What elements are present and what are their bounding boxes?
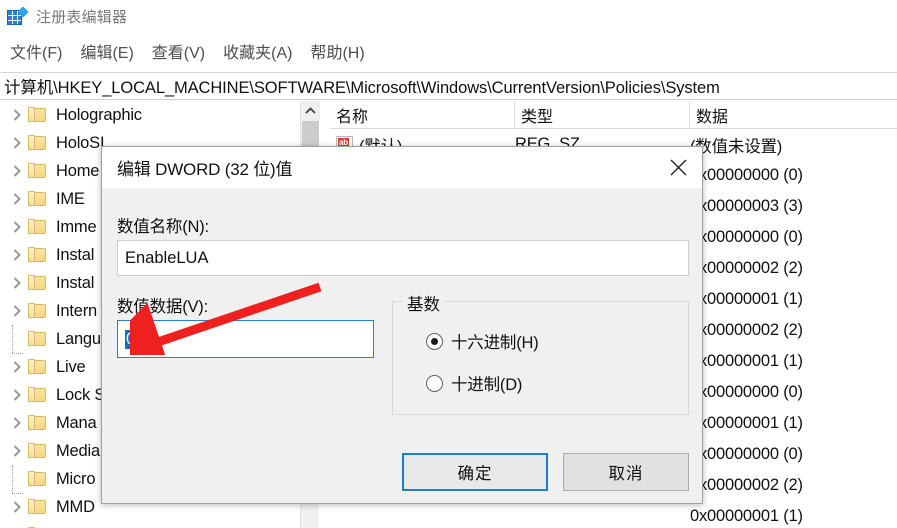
cell-data: 0x00000001 (1) xyxy=(690,414,803,432)
tree-item-label: Langu xyxy=(56,329,101,348)
folder-icon xyxy=(28,275,47,291)
folder-icon xyxy=(28,331,47,347)
folder-icon xyxy=(28,303,47,319)
dialog-title-bar: 编辑 DWORD (32 位)值 xyxy=(102,147,702,188)
folder-icon xyxy=(28,191,47,207)
window-title: 注册表编辑器 xyxy=(36,8,128,26)
close-icon[interactable] xyxy=(655,147,702,188)
folder-icon xyxy=(28,499,47,515)
cell-data: 0x00000001 (1) xyxy=(690,352,803,370)
value-data-input[interactable]: 0 xyxy=(117,320,374,358)
cell-data: 0x00000002 (2) xyxy=(690,259,803,277)
chevron-right-icon[interactable] xyxy=(6,501,28,513)
menu-item-favorites[interactable]: 收藏夹(A) xyxy=(223,39,292,63)
tree-item-label: IME xyxy=(56,189,85,208)
dialog-body: 数值名称(N): EnableLUA 数值数据(V): 0 基数 十六进制(H)… xyxy=(102,188,702,503)
cell-data: 0x00000000 (0) xyxy=(690,445,803,463)
tree-item-label: HoloSI xyxy=(56,133,105,152)
value-data-text: 0 xyxy=(125,329,137,349)
base-groupbox: 基数 十六进制(H) 十进制(D) xyxy=(392,291,689,415)
cell-data: (数值未设置) xyxy=(690,137,783,156)
radio-hexadecimal-indicator xyxy=(426,332,443,350)
registry-editor-icon xyxy=(7,5,29,26)
tree-item-label: Micro xyxy=(56,469,96,488)
chevron-right-icon[interactable] xyxy=(6,277,28,289)
base-group-label: 基数 xyxy=(403,291,444,315)
tree-item-label: Home xyxy=(56,161,100,180)
cell-data: 0x00000000 (0) xyxy=(690,166,803,184)
cell-data: 0x00000000 (0) xyxy=(690,228,803,246)
chevron-right-icon[interactable] xyxy=(6,137,28,149)
registry-path: 计算机\HKEY_LOCAL_MACHINE\SOFTWARE\Microsof… xyxy=(4,79,720,97)
tree-item[interactable]: NcdAutoSetup xyxy=(0,521,302,528)
list-header: 名称 类型 数据 xyxy=(330,101,897,129)
menu-item-edit[interactable]: 编辑(E) xyxy=(80,39,133,63)
cancel-button[interactable]: 取消 xyxy=(563,453,689,491)
scroll-up-arrow[interactable] xyxy=(301,101,320,120)
menu-bar: 文件(F) 编辑(E) 查看(V) 收藏夹(A) 帮助(H) xyxy=(0,33,897,69)
folder-icon xyxy=(28,107,47,123)
dialog-title: 编辑 DWORD (32 位)值 xyxy=(117,160,293,179)
radio-decimal-label: 十进制(D) xyxy=(451,376,523,394)
column-header-type[interactable]: 类型 xyxy=(515,101,690,129)
radio-decimal[interactable]: 十进制(D) xyxy=(426,371,522,395)
radio-decimal-indicator xyxy=(426,374,443,392)
folder-icon xyxy=(28,387,47,403)
radio-hexadecimal-label: 十六进制(H) xyxy=(451,334,539,352)
chevron-right-icon[interactable] xyxy=(6,305,28,317)
cell-data: 0x00000001 (1) xyxy=(690,290,803,308)
menu-item-help[interactable]: 帮助(H) xyxy=(310,39,364,63)
cell-data: 0x00000000 (0) xyxy=(690,383,803,401)
address-bar[interactable]: 计算机\HKEY_LOCAL_MACHINE\SOFTWARE\Microsof… xyxy=(0,72,897,100)
tree-item-label: Holographic xyxy=(56,105,142,124)
cell-data: 0x00000002 (2) xyxy=(690,476,803,494)
title-bar: 注册表编辑器 xyxy=(0,0,897,32)
tree-item-label: Media xyxy=(56,441,100,460)
tree-item[interactable]: Holographic xyxy=(0,101,302,129)
chevron-right-icon[interactable] xyxy=(6,389,28,401)
chevron-right-icon[interactable] xyxy=(6,445,28,457)
folder-icon xyxy=(28,219,47,235)
tree-item-label: Intern xyxy=(56,301,97,320)
tree-item-label: Instal xyxy=(56,273,95,292)
folder-icon xyxy=(28,415,47,431)
ok-button[interactable]: 确定 xyxy=(402,453,548,491)
value-name-text: EnableLUA xyxy=(125,248,209,267)
value-name-input[interactable]: EnableLUA xyxy=(117,240,689,276)
folder-icon xyxy=(28,247,47,263)
folder-icon xyxy=(28,163,47,179)
folder-icon xyxy=(28,135,47,151)
cell-data: 0x00000002 (2) xyxy=(690,321,803,339)
tree-item-label: Imme xyxy=(56,217,97,236)
menu-item-view[interactable]: 查看(V) xyxy=(152,39,205,63)
column-header-data[interactable]: 数据 xyxy=(690,101,897,129)
menu-item-file[interactable]: 文件(F) xyxy=(10,39,62,63)
tree-item-label: Live xyxy=(56,357,86,376)
chevron-right-icon[interactable] xyxy=(6,417,28,429)
chevron-right-icon[interactable] xyxy=(6,109,28,121)
tree-item-label: Mana xyxy=(56,413,97,432)
table-row[interactable]: 0x00000001 (1) xyxy=(330,501,897,528)
chevron-right-icon[interactable] xyxy=(6,193,28,205)
registry-editor-window: 注册表编辑器 文件(F) 编辑(E) 查看(V) 收藏夹(A) 帮助(H) 计算… xyxy=(0,0,897,528)
folder-icon xyxy=(28,471,47,487)
cell-data: 0x00000001 (1) xyxy=(690,507,803,525)
chevron-right-icon[interactable] xyxy=(6,221,28,233)
chevron-right-icon[interactable] xyxy=(6,361,28,373)
value-name-label: 数值名称(N): xyxy=(117,218,209,236)
folder-icon xyxy=(28,359,47,375)
folder-icon xyxy=(28,443,47,459)
cell-data: 0x00000003 (3) xyxy=(690,197,803,215)
edit-dword-dialog: 编辑 DWORD (32 位)值 数值名称(N): EnableLUA 数值数据… xyxy=(101,146,703,504)
chevron-right-icon[interactable] xyxy=(6,249,28,261)
tree-item-label: Instal xyxy=(56,245,95,264)
chevron-right-icon[interactable] xyxy=(6,165,28,177)
column-header-name[interactable]: 名称 xyxy=(330,101,515,129)
tree-item-label: MMD xyxy=(56,497,95,516)
value-data-label: 数值数据(V): xyxy=(117,298,208,316)
radio-hexadecimal[interactable]: 十六进制(H) xyxy=(426,329,539,353)
tree-item-label: Lock S xyxy=(56,385,106,404)
